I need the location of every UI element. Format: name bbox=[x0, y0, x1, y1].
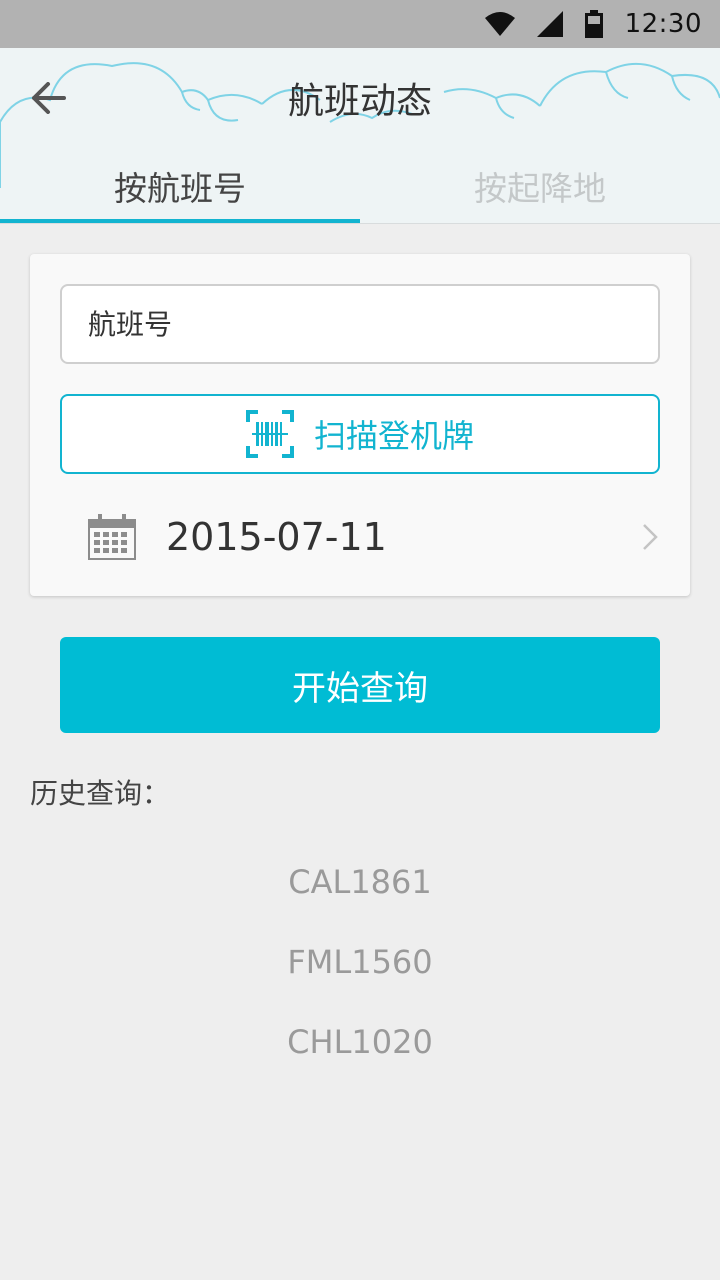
tab-indicator bbox=[0, 219, 360, 223]
wifi-icon bbox=[484, 12, 515, 36]
tab-bar: 按航班号 按起降地 bbox=[0, 148, 720, 223]
cellular-signal-icon bbox=[536, 11, 563, 37]
back-button[interactable] bbox=[18, 70, 78, 126]
history-list: CAL1861 FML1560 CHL1020 bbox=[0, 842, 720, 1082]
status-bar: 12:30 bbox=[0, 0, 720, 48]
query-card: 扫描登机牌 2015-07-11 bbox=[30, 254, 690, 596]
history-heading: 历史查询： bbox=[30, 777, 171, 810]
app-header: 航班动态 按航班号 按起降地 bbox=[0, 48, 720, 224]
arrow-left-icon bbox=[32, 82, 66, 114]
tab-label: 按起降地 bbox=[474, 169, 606, 208]
battery-icon bbox=[584, 10, 603, 38]
calendar-icon bbox=[88, 514, 136, 560]
scan-label: 扫描登机牌 bbox=[313, 417, 474, 455]
tab-label: 按航班号 bbox=[114, 169, 246, 208]
date-selector[interactable]: 2015-07-11 bbox=[60, 502, 660, 572]
status-time: 12:30 bbox=[624, 9, 702, 39]
history-item[interactable]: CAL1861 bbox=[0, 842, 720, 922]
start-search-button[interactable]: 开始查询 bbox=[60, 637, 660, 733]
search-button-label: 开始查询 bbox=[292, 668, 428, 709]
history-item[interactable]: CHL1020 bbox=[0, 1002, 720, 1082]
tab-by-flight-number[interactable]: 按航班号 bbox=[0, 148, 360, 223]
tab-by-departure-arrival[interactable]: 按起降地 bbox=[360, 148, 720, 223]
chevron-right-icon bbox=[643, 524, 658, 550]
flight-number-input[interactable] bbox=[60, 284, 660, 364]
scan-boarding-pass-button[interactable]: 扫描登机牌 bbox=[60, 394, 660, 474]
date-value: 2015-07-11 bbox=[166, 515, 387, 559]
history-item[interactable]: FML1560 bbox=[0, 922, 720, 1002]
barcode-scan-icon bbox=[245, 410, 294, 458]
